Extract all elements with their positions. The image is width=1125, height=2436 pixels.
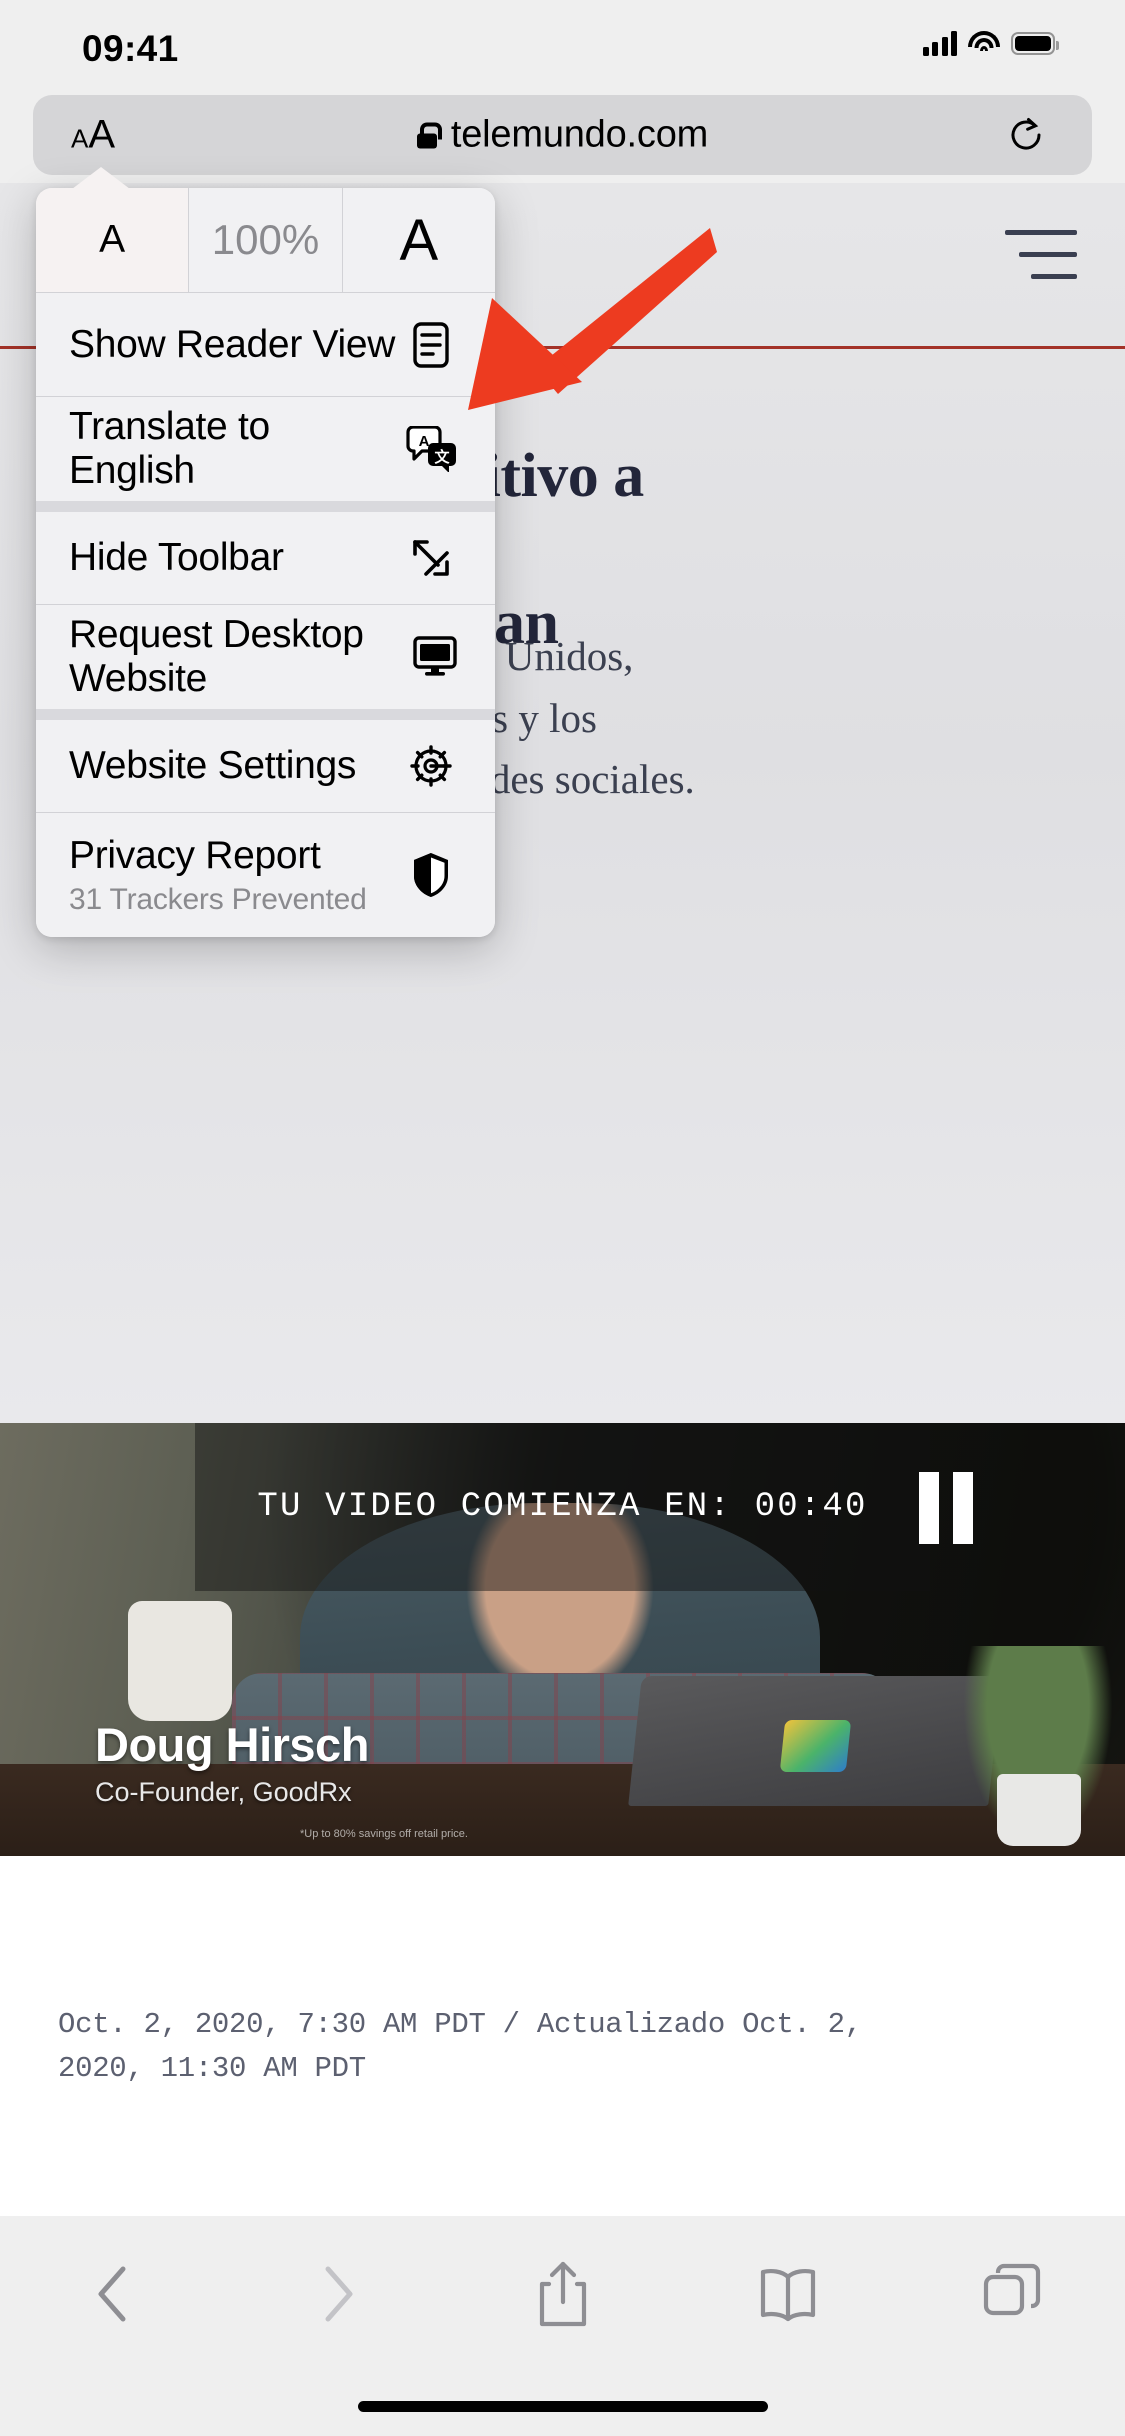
signal-bars-icon	[922, 30, 957, 56]
zoom-level-label: 100%	[211, 216, 320, 263]
timestamp-line-2: 2020, 11:30 AM PDT	[58, 2052, 366, 2086]
menu-item-label: Translate to English	[69, 405, 270, 492]
home-indicator	[357, 2401, 768, 2412]
shield-icon	[403, 851, 459, 899]
expand-arrows-icon	[403, 535, 459, 581]
book-icon	[757, 2265, 819, 2323]
gear-icon	[403, 742, 459, 790]
svg-text:文: 文	[435, 448, 451, 466]
video-speaker-name: Doug Hirsch	[95, 1718, 369, 1771]
menu-item-label: Privacy Report	[69, 833, 321, 877]
wifi-icon	[968, 30, 1000, 56]
reload-icon[interactable]	[1006, 115, 1046, 155]
decrease-text-size-label: A	[99, 218, 126, 261]
address-bar[interactable]: AA telemundo.com	[33, 95, 1092, 175]
menu-item-translate-to-english[interactable]: Translate to English A 文	[36, 397, 495, 501]
video-fine-print: *Up to 80% savings off retail price.	[300, 1828, 468, 1840]
forward-button[interactable]	[225, 2234, 450, 2354]
browser-bottom-toolbar	[0, 2216, 1125, 2436]
tabs-icon	[982, 2263, 1044, 2325]
video-player[interactable]: TU VIDEO COMIENZA EN: 00:40 Doug Hirsch …	[0, 1423, 1125, 1856]
battery-full-icon	[1011, 31, 1059, 55]
menu-item-privacy-report[interactable]: Privacy Report 31 Trackers Prevented	[36, 813, 495, 937]
svg-text:A: A	[419, 433, 430, 450]
reader-view-icon	[403, 320, 459, 370]
chevron-left-icon	[93, 2263, 133, 2325]
share-icon	[535, 2258, 591, 2330]
share-button[interactable]	[450, 2234, 675, 2354]
menu-item-label: Request Desktop Website	[69, 613, 364, 700]
decrease-text-size-button[interactable]: A	[36, 188, 189, 292]
zoom-level-display[interactable]: 100%	[188, 188, 342, 292]
iphone-screen: sitivo a nan os Unidos, rus y los redes …	[0, 0, 1125, 2436]
menu-item-request-desktop-website[interactable]: Request Desktop Website	[36, 605, 495, 709]
lock-icon	[416, 122, 442, 148]
article-meta: Oct. 2, 2020, 7:30 AM PDT / Actualizado …	[0, 1856, 1125, 2166]
desktop-monitor-icon	[411, 635, 459, 679]
bookmarks-button[interactable]	[675, 2234, 900, 2354]
video-countdown-text: TU VIDEO COMIENZA EN: 00:40	[257, 1488, 868, 1526]
address-bar-center: telemundo.com	[33, 114, 1092, 157]
annotation-arrow	[462, 222, 717, 412]
aa-format-menu: A 100% A Show Reader View Translate to E…	[36, 167, 495, 937]
status-bar-time: 09:41	[82, 28, 179, 69]
article-timestamp: Oct. 2, 2020, 7:30 AM PDT / Actualizado …	[58, 2003, 1088, 2091]
menu-item-label: Website Settings	[69, 744, 357, 787]
browser-top-toolbar: AA telemundo.com	[0, 88, 1125, 183]
increase-text-size-label: A	[399, 207, 439, 273]
status-bar: 09:41	[0, 0, 1125, 88]
address-bar-url: telemundo.com	[450, 113, 709, 156]
menu-item-hide-toolbar[interactable]: Hide Toolbar	[36, 501, 495, 605]
menu-item-website-settings[interactable]: Website Settings	[36, 709, 495, 813]
menu-item-label: Hide Toolbar	[69, 536, 284, 579]
translate-icon: A 文	[403, 426, 459, 472]
pause-icon[interactable]	[919, 1472, 973, 1544]
tabs-button[interactable]	[900, 2234, 1125, 2354]
timestamp-line-1: Oct. 2, 2020, 7:30 AM PDT / Actualizado …	[58, 2008, 862, 2041]
status-bar-indicators	[922, 30, 1059, 56]
menu-item-label: Show Reader View	[69, 322, 396, 366]
hamburger-menu-icon[interactable]	[1005, 230, 1077, 296]
menu-item-subtitle: 31 Trackers Prevented	[69, 882, 367, 916]
back-button[interactable]	[0, 2234, 225, 2354]
video-speaker-role: Co-Founder, GoodRx	[95, 1777, 352, 1807]
chevron-right-icon	[318, 2263, 358, 2325]
font-size-row: A 100% A	[36, 188, 495, 293]
menu-item-show-reader-view[interactable]: Show Reader View	[36, 293, 495, 397]
